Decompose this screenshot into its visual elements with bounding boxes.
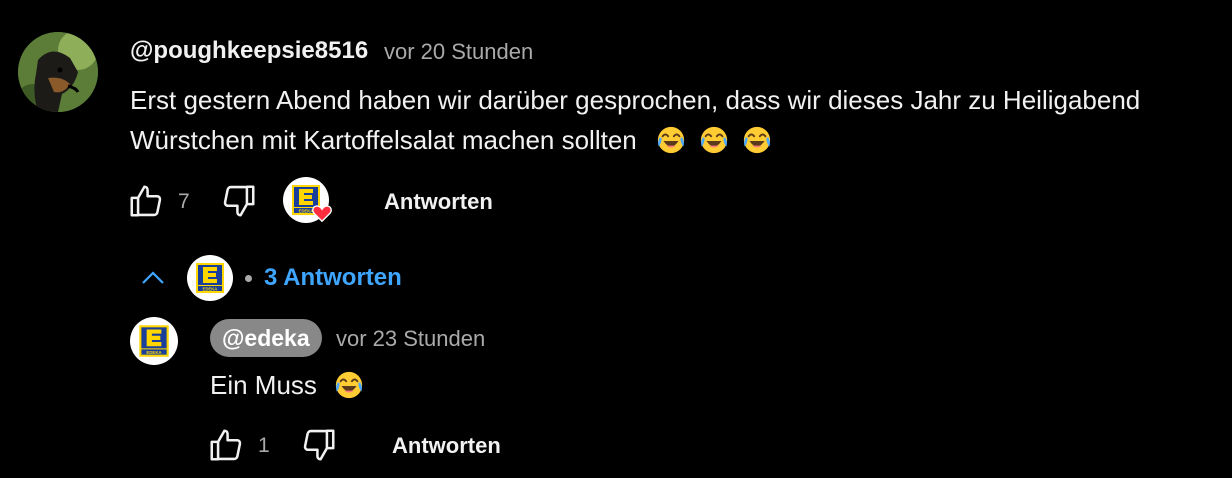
comment-text-line2-words: Würstchen mit Kartoffelsalat machen soll… — [130, 125, 637, 155]
reply-reply-button[interactable]: Antworten — [392, 433, 501, 459]
comment-text: Erst gestern Abend haben wir darüber ges… — [130, 80, 1220, 160]
laughing-emoji-icon — [334, 370, 364, 400]
commenter-avatar[interactable] — [18, 32, 98, 112]
reply-text: Ein Muss — [210, 365, 364, 405]
thumbs-up-icon — [127, 182, 165, 220]
thumbs-down-icon — [220, 182, 258, 220]
comment-author[interactable]: @poughkeepsie8516 — [130, 37, 368, 65]
laughing-emoji-icon — [656, 125, 686, 155]
dislike-button[interactable] — [219, 181, 259, 221]
laughing-emoji-icon — [699, 125, 729, 155]
replier-avatar — [187, 255, 233, 301]
chevron-up-icon — [142, 271, 164, 284]
comment-text-line1: Erst gestern Abend haben wir darüber ges… — [130, 85, 1141, 115]
reply-dislike-button[interactable] — [299, 425, 339, 465]
reply-timestamp[interactable]: vor 23 Stunden — [336, 326, 485, 352]
thumbs-up-icon — [207, 426, 245, 464]
comment-timestamp[interactable]: vor 20 Stunden — [384, 39, 533, 65]
reply-button[interactable]: Antworten — [384, 189, 493, 215]
like-count: 7 — [178, 190, 190, 213]
dog-avatar-image — [18, 32, 98, 112]
like-button[interactable] — [126, 181, 166, 221]
replies-toggle[interactable]: 3 Antworten — [138, 255, 402, 301]
reply-like-button[interactable] — [206, 425, 246, 465]
comment-text-line2: Würstchen mit Kartoffelsalat machen soll… — [130, 120, 1220, 160]
replies-count-label: 3 Antworten — [264, 264, 402, 291]
edeka-logo-icon — [133, 320, 175, 362]
reply-author-avatar[interactable] — [130, 317, 178, 365]
laughing-emoji-icon — [742, 125, 772, 155]
edeka-logo-icon — [190, 258, 230, 298]
reply-author-handle[interactable]: @edeka — [210, 319, 322, 357]
reply-text-words: Ein Muss — [210, 370, 317, 400]
separator-dot — [245, 274, 252, 282]
heart-icon — [312, 205, 332, 223]
reply-like-count: 1 — [258, 434, 270, 457]
thumbs-down-icon — [300, 426, 338, 464]
